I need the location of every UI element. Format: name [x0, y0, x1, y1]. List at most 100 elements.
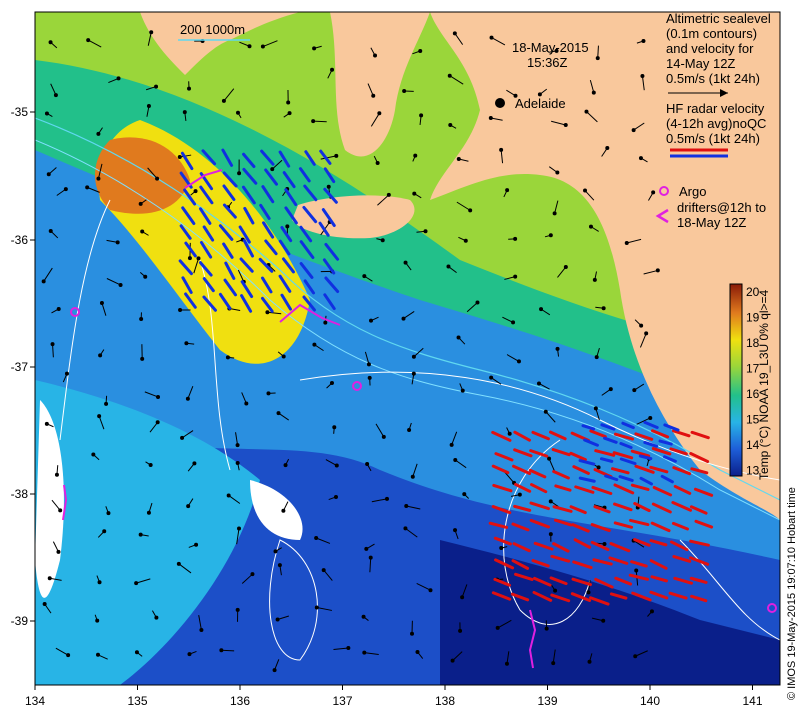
velocity-arrow-head — [452, 31, 457, 36]
velocity-arrow-head — [334, 463, 339, 468]
velocity-arrow-head — [555, 346, 560, 351]
velocity-arrow-head — [192, 461, 197, 466]
velocity-arrow-head — [544, 626, 549, 631]
velocity-arrow-head — [644, 331, 649, 336]
velocity-arrow-head — [177, 155, 182, 160]
velocity-arrow-head — [312, 342, 317, 347]
velocity-arrow-head — [116, 76, 121, 81]
velocity-arrow-head — [591, 90, 596, 95]
velocity-arrow-head — [499, 545, 504, 550]
velocity-arrow-head — [156, 394, 161, 399]
velocity-arrow-head — [547, 456, 552, 461]
velocity-arrow-head — [415, 649, 420, 654]
velocity-arrow-head — [237, 526, 242, 531]
velocity-arrow-head — [104, 401, 109, 406]
velocity-arrow-head — [199, 627, 204, 632]
velocity-arrow-head — [511, 320, 516, 325]
velocity-arrow-head — [314, 535, 319, 540]
legend-argo-line: drifters@12h to — [677, 200, 766, 215]
velocity-arrow-head — [362, 274, 367, 279]
velocity-arrow-head — [552, 211, 557, 216]
velocity-arrow-head — [411, 371, 416, 376]
velocity-arrow-head — [281, 508, 286, 513]
velocity-arrow-head — [176, 561, 181, 566]
latitude-tick-label: -39 — [11, 614, 29, 628]
longitude-ticks: 134 135 136 137 138 139 140 141 — [25, 685, 763, 708]
velocity-arrow-head — [367, 375, 372, 380]
velocity-arrow-head — [235, 460, 240, 465]
latitude-ticks: -35 -36 -37 -38 -39 — [11, 105, 35, 628]
velocity-arrow-head — [226, 493, 231, 498]
velocity-arrow-head — [410, 631, 415, 636]
velocity-arrow-head — [53, 93, 58, 98]
velocity-arrow-head — [456, 335, 461, 340]
longitude-tick-label: 135 — [127, 694, 147, 708]
velocity-arrow-head — [595, 56, 600, 61]
velocity-arrow-head — [632, 388, 637, 393]
latitude-tick-label: -37 — [11, 360, 29, 374]
latitude-tick-label: -35 — [11, 105, 29, 119]
velocity-arrow-head — [235, 443, 240, 448]
velocity-arrow-head — [155, 176, 160, 181]
map-date: 18-May-2015 — [512, 40, 589, 55]
velocity-arrow-head — [418, 49, 423, 54]
velocity-arrow-head — [186, 504, 191, 509]
velocity-arrow-head — [140, 229, 145, 234]
velocity-arrow-head — [381, 434, 386, 439]
velocity-arrow-head — [333, 494, 338, 499]
velocity-arrow-head — [411, 354, 416, 359]
velocity-arrow-head — [601, 618, 606, 623]
velocity-arrow-head — [272, 668, 277, 673]
velocity-arrow-head — [548, 233, 553, 238]
velocity-arrow-head — [95, 618, 100, 623]
velocity-arrow-head — [448, 123, 453, 128]
velocity-arrow-head — [463, 238, 468, 243]
velocity-arrow-head — [403, 526, 408, 531]
velocity-arrow-head — [365, 462, 370, 467]
adelaide-city-marker — [495, 98, 505, 108]
velocity-arrow-head — [285, 224, 290, 229]
velocity-arrow-head — [346, 646, 351, 651]
velocity-arrow-head — [631, 128, 636, 133]
velocity-arrow-head — [401, 316, 406, 321]
velocity-arrow-head — [277, 563, 282, 568]
velocity-arrow-head — [42, 602, 47, 607]
velocity-arrow-head — [499, 147, 504, 152]
velocity-arrow-head — [281, 354, 286, 359]
legend-hf-line: (4-12h avg)noQC — [666, 116, 766, 131]
velocity-arrow-head — [44, 111, 49, 116]
velocity-arrow-head — [412, 191, 417, 196]
velocity-arrow-head — [97, 580, 102, 585]
velocity-arrow-head — [115, 240, 120, 245]
velocity-arrow-head — [513, 274, 518, 279]
velocity-arrow-head — [180, 435, 185, 440]
velocity-arrow-head — [380, 238, 385, 243]
velocity-arrow-head — [140, 356, 145, 361]
velocity-arrow-head — [154, 84, 159, 89]
velocity-arrow-head — [196, 256, 201, 261]
velocity-arrow-head — [624, 240, 629, 245]
velocity-arrow-head — [548, 499, 553, 504]
velocity-arrow-head — [155, 420, 160, 425]
velocity-arrow-head — [593, 406, 598, 411]
velocity-arrow-head — [99, 301, 104, 306]
velocity-arrow-head — [56, 306, 61, 311]
velocity-arrow-head — [178, 307, 183, 312]
velocity-arrow-head — [275, 617, 280, 622]
legend-altimetry-line: 14-May 12Z — [666, 56, 735, 71]
velocity-arrow-head — [369, 318, 374, 323]
longitude-tick-label: 138 — [435, 694, 455, 708]
velocity-arrow-head — [447, 73, 452, 78]
velocity-arrow-head — [96, 131, 101, 136]
velocity-arrow-head — [219, 648, 224, 653]
velocity-arrow-head — [456, 157, 461, 162]
velocity-arrow-head — [106, 511, 111, 516]
velocity-arrow-head — [543, 409, 548, 414]
longitude-tick-label: 134 — [25, 694, 45, 708]
velocity-arrow-head — [47, 576, 52, 581]
velocity-arrow-head — [592, 277, 597, 282]
legend-argo-line: Argo — [679, 184, 706, 199]
velocity-arrow-head — [323, 320, 328, 325]
velocity-arrow-head — [460, 595, 465, 600]
velocity-arrow-head — [634, 568, 639, 573]
